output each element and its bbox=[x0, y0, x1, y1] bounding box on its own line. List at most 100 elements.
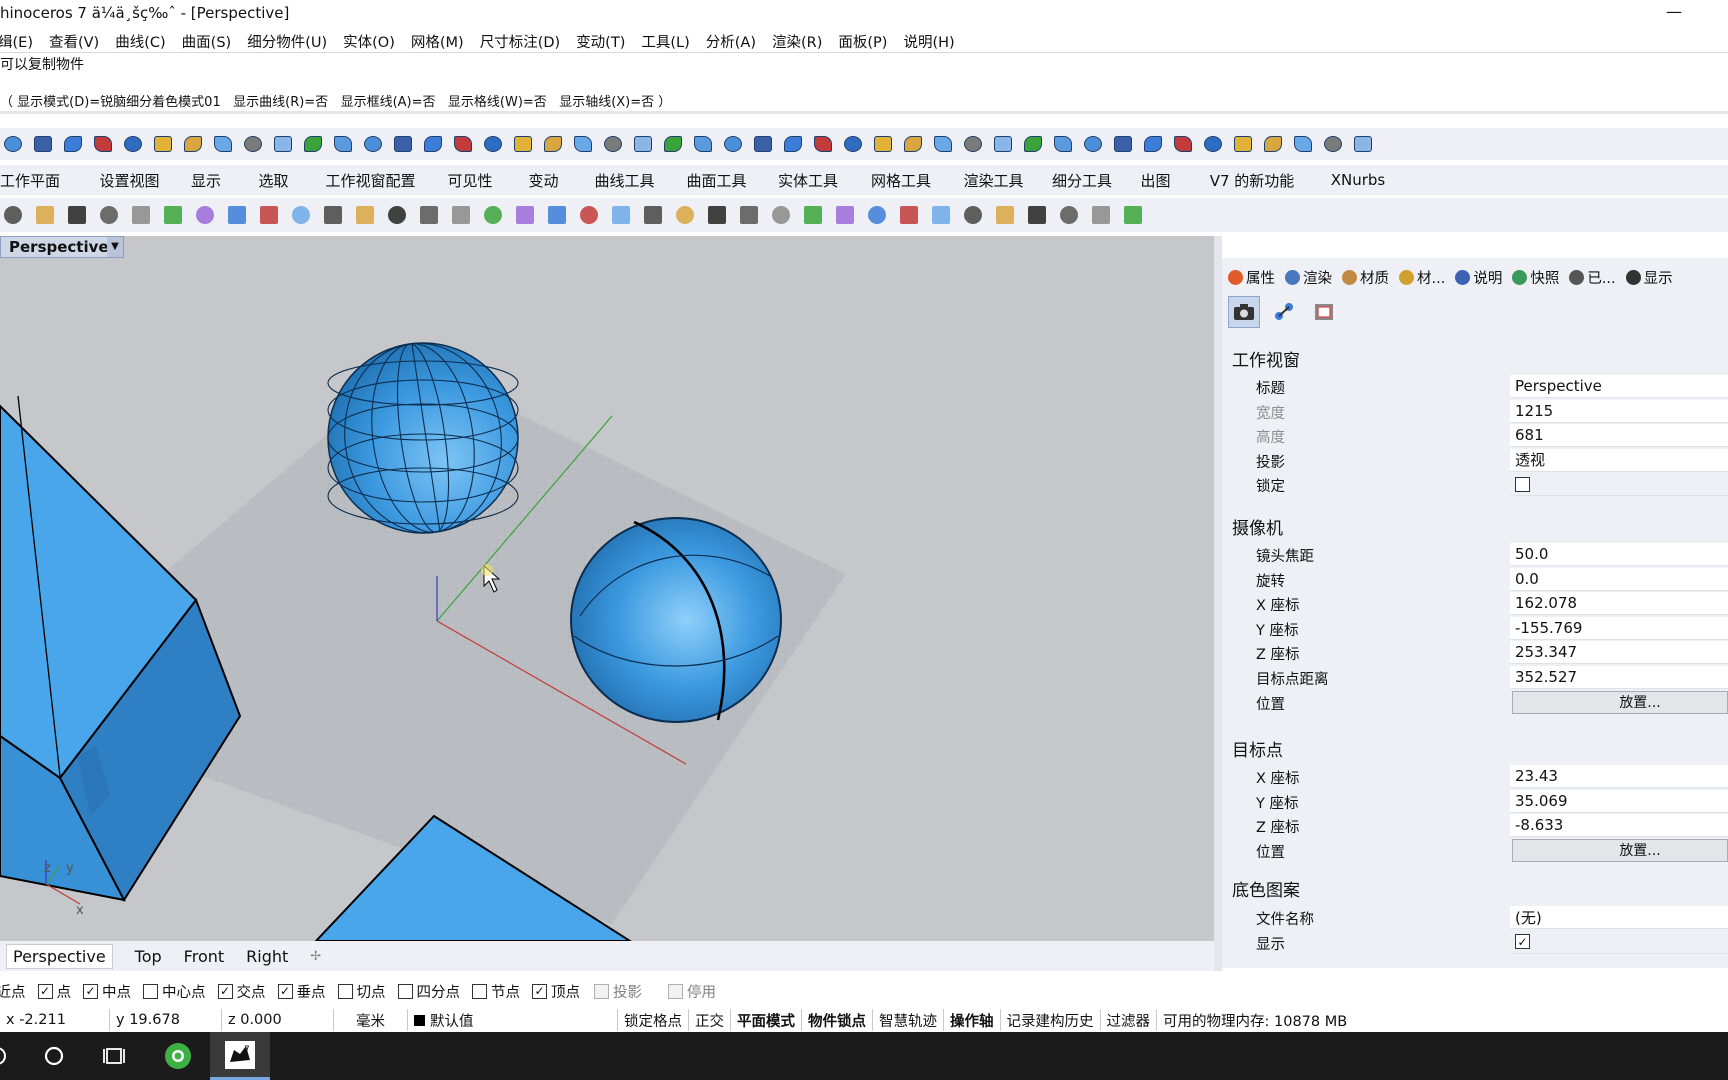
toolbar-tab[interactable]: 曲线工具 bbox=[578, 170, 671, 191]
toolbar-tool-icon[interactable] bbox=[270, 132, 296, 156]
property-value[interactable]: 162.078 bbox=[1510, 592, 1728, 616]
place-button[interactable]: 放置... bbox=[1512, 690, 1728, 714]
osnap-checkbox[interactable] bbox=[594, 983, 609, 999]
toolbar-tool-icon[interactable] bbox=[1050, 132, 1076, 156]
viewport-tab[interactable]: Right bbox=[246, 947, 288, 966]
toolbar-tool-icon[interactable] bbox=[1200, 132, 1226, 156]
osnap-option[interactable]: 投影 bbox=[594, 981, 642, 1002]
command-tool-icon[interactable] bbox=[448, 203, 474, 227]
command-tool-icon[interactable] bbox=[64, 203, 90, 227]
viewport-tab[interactable]: Front bbox=[184, 947, 224, 966]
osnap-checkbox[interactable]: ✓ bbox=[217, 983, 233, 999]
toolbar-tool-icon[interactable] bbox=[810, 132, 836, 156]
minimize-button[interactable]: — bbox=[1662, 2, 1686, 21]
command-prompt[interactable]: （ 显示模式(D)=锐脑细分着色模式01 显示曲线(R)=否 显示框线(A)=否… bbox=[0, 91, 671, 110]
property-value[interactable]: 35.069 bbox=[1510, 789, 1728, 813]
toolbar-tool-icon[interactable] bbox=[990, 132, 1016, 156]
toolbar-tab[interactable]: 显示 bbox=[175, 170, 237, 191]
status-toggle[interactable]: 操作轴 bbox=[944, 1009, 1001, 1031]
command-tool-icon[interactable] bbox=[800, 203, 826, 227]
osnap-checkbox[interactable]: ✓ bbox=[532, 983, 547, 999]
rhino-taskbar-icon[interactable]: 7 bbox=[210, 1032, 270, 1080]
command-tool-icon[interactable] bbox=[0, 203, 26, 227]
toolbar-tab[interactable]: 设置视图 bbox=[84, 170, 175, 191]
command-tool-icon[interactable] bbox=[704, 203, 730, 227]
toolbar-tool-icon[interactable] bbox=[870, 132, 896, 156]
menu-item[interactable]: 细分物件(U) bbox=[247, 31, 327, 52]
toolbar-tool-icon[interactable] bbox=[780, 132, 806, 156]
command-tool-icon[interactable] bbox=[544, 203, 570, 227]
add-viewport-tab-icon[interactable]: ✢ bbox=[310, 949, 321, 964]
nurbs-sphere-object[interactable] bbox=[570, 517, 782, 723]
command-tool-icon[interactable] bbox=[928, 203, 954, 227]
viewport-dropdown-icon[interactable]: ▼ bbox=[107, 237, 123, 257]
menu-item[interactable]: 实体(O) bbox=[343, 31, 395, 52]
property-value[interactable]: 50.0 bbox=[1510, 543, 1728, 566]
toolbar-tool-icon[interactable] bbox=[90, 132, 116, 156]
toolbar-tool-icon[interactable] bbox=[240, 132, 266, 156]
units[interactable]: 毫米 bbox=[334, 1009, 408, 1031]
property-value[interactable]: Perspective bbox=[1510, 375, 1728, 398]
command-tool-icon[interactable] bbox=[1088, 203, 1114, 227]
toolbar-tool-icon[interactable] bbox=[480, 132, 506, 156]
toolbar-tool-icon[interactable] bbox=[300, 132, 326, 156]
osnap-checkbox[interactable] bbox=[337, 983, 353, 999]
toolbar-tool-icon[interactable] bbox=[840, 132, 866, 156]
command-tool-icon[interactable] bbox=[128, 203, 154, 227]
command-tool-icon[interactable] bbox=[224, 203, 250, 227]
command-tool-icon[interactable] bbox=[1024, 203, 1050, 227]
panel-tab[interactable]: 材... bbox=[1399, 267, 1445, 288]
menu-item[interactable]: 尺寸标注(D) bbox=[480, 31, 560, 52]
property-value[interactable]: 681 bbox=[1510, 424, 1728, 448]
status-toggle[interactable]: 正交 bbox=[689, 1009, 731, 1031]
command-tool-icon[interactable] bbox=[1120, 203, 1146, 227]
property-value[interactable]: 0.0 bbox=[1510, 567, 1728, 591]
menu-item[interactable]: 工具(L) bbox=[641, 31, 689, 52]
toolbar-tab[interactable]: 细分工具 bbox=[1039, 170, 1125, 191]
osnap-checkbox[interactable] bbox=[143, 983, 158, 999]
osnap-option[interactable]: ✓ 中点 bbox=[83, 981, 131, 1002]
osnap-option[interactable]: ✓ 点 bbox=[37, 981, 71, 1002]
toolbar-tool-icon[interactable] bbox=[330, 132, 356, 156]
toolbar-tab[interactable]: V7 的新功能 bbox=[1186, 170, 1318, 191]
panel-tab[interactable]: 快照 bbox=[1512, 267, 1559, 288]
toolbar-tool-icon[interactable] bbox=[450, 132, 476, 156]
toolbar-tab[interactable]: 曲面工具 bbox=[671, 170, 762, 191]
command-tool-icon[interactable] bbox=[416, 203, 442, 227]
toolbar-tool-icon[interactable] bbox=[1080, 132, 1106, 156]
toolbar-tool-icon[interactable] bbox=[930, 132, 956, 156]
toolbar-tool-icon[interactable] bbox=[210, 132, 236, 156]
toolbar-tool-icon[interactable] bbox=[630, 132, 656, 156]
toolbar-tool-icon[interactable] bbox=[150, 132, 176, 156]
command-tool-icon[interactable] bbox=[352, 203, 378, 227]
toolbar-tool-icon[interactable] bbox=[570, 132, 596, 156]
command-tool-icon[interactable] bbox=[768, 203, 794, 227]
command-tool-icon[interactable] bbox=[384, 203, 410, 227]
toolbar-tool-icon[interactable] bbox=[960, 132, 986, 156]
command-tool-icon[interactable] bbox=[640, 203, 666, 227]
toolbar-tool-icon[interactable] bbox=[1230, 132, 1256, 156]
start-button[interactable] bbox=[0, 1032, 16, 1080]
toolbar-tab[interactable]: 选取 bbox=[237, 170, 310, 191]
viewport-tab[interactable]: Perspective bbox=[6, 943, 113, 969]
command-tool-icon[interactable] bbox=[576, 203, 602, 227]
toolbar-tab[interactable]: 出图 bbox=[1125, 170, 1186, 191]
object-properties-button[interactable] bbox=[1268, 296, 1300, 328]
command-tool-icon[interactable] bbox=[160, 203, 186, 227]
menu-item[interactable]: 分析(A) bbox=[706, 31, 756, 52]
frame-properties-button[interactable] bbox=[1308, 296, 1340, 328]
property-value[interactable]: 透视 bbox=[1510, 448, 1728, 472]
browser-icon[interactable] bbox=[158, 1032, 198, 1080]
status-toggle[interactable]: 锁定格点 bbox=[618, 1009, 689, 1031]
search-icon[interactable] bbox=[36, 1032, 72, 1080]
menu-item[interactable]: 曲面(S) bbox=[182, 31, 232, 52]
command-tool-icon[interactable] bbox=[480, 203, 506, 227]
property-value[interactable]: 23.43 bbox=[1510, 765, 1728, 788]
status-toggle[interactable]: 智慧轨迹 bbox=[873, 1009, 944, 1031]
menu-item[interactable]: 变动(T) bbox=[576, 31, 625, 52]
osnap-option[interactable]: 停用 bbox=[668, 981, 716, 1002]
toolbar-tool-icon[interactable] bbox=[390, 132, 416, 156]
menu-item[interactable]: 渲染(R) bbox=[772, 31, 822, 52]
toolbar-tab[interactable]: XNurbs bbox=[1318, 171, 1398, 189]
status-toggle[interactable]: 过滤器 bbox=[1101, 1009, 1157, 1031]
